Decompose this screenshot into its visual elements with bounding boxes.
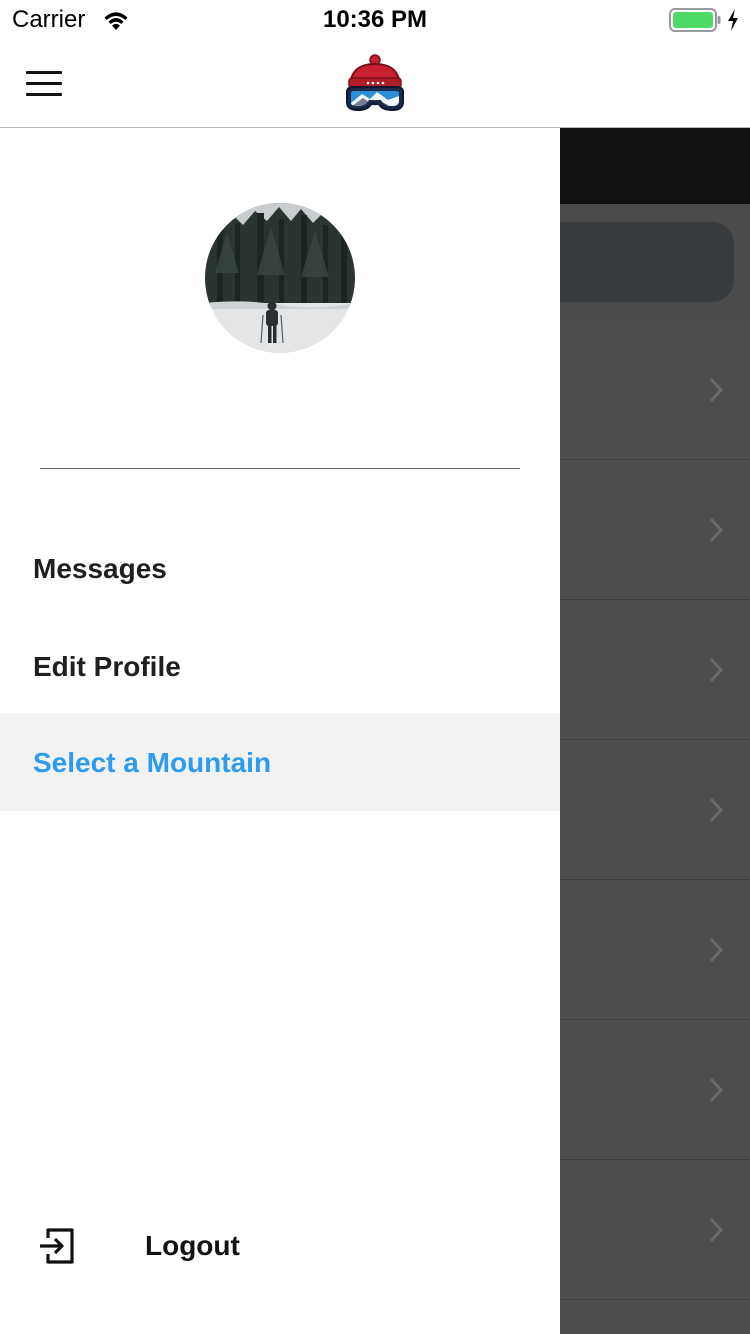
chevron-right-icon <box>709 1077 724 1103</box>
menu-item-label: Edit Profile <box>33 651 181 682</box>
menu-item-messages[interactable]: Messages <box>0 519 560 617</box>
ski-beanie-goggles-logo <box>346 54 404 112</box>
logout-label: Logout <box>145 1230 240 1261</box>
background-header <box>560 128 750 204</box>
logout-button[interactable]: Logout <box>0 1202 560 1292</box>
chevron-right-icon <box>709 937 724 963</box>
menu-item-edit-profile[interactable]: Edit Profile <box>0 617 560 715</box>
profile-avatar[interactable] <box>205 203 355 353</box>
background-list-row <box>560 740 750 880</box>
side-drawer: Messages Edit Profile Select a Mountain … <box>0 128 560 1334</box>
battery-icon <box>669 8 721 32</box>
chevron-right-icon <box>709 377 724 403</box>
navigation-bar <box>0 40 750 128</box>
clock: 10:36 PM <box>322 6 428 33</box>
background-list-row <box>560 1020 750 1160</box>
menu-item-label: Select a Mountain <box>33 747 272 778</box>
chevron-right-icon <box>709 657 724 683</box>
background-screen-overlay[interactable] <box>560 128 750 1334</box>
background-search-area <box>560 204 750 320</box>
profile-photo-skier-in-snowy-forest <box>205 203 355 353</box>
background-list-row <box>560 600 750 740</box>
hamburger-menu-icon[interactable] <box>26 68 62 98</box>
background-search-field <box>560 222 734 302</box>
menu-item-select-a-mountain[interactable]: Select a Mountain <box>0 713 560 811</box>
background-list-row <box>560 880 750 1020</box>
logout-exit-icon <box>40 1228 74 1264</box>
chevron-right-icon <box>709 1217 724 1243</box>
chevron-right-icon <box>709 797 724 823</box>
status-bar: Carrier 10:36 PM <box>0 0 750 40</box>
background-list-row <box>560 320 750 460</box>
background-list-row <box>560 1160 750 1300</box>
charging-bolt-icon <box>728 9 738 31</box>
profile-divider <box>40 468 520 469</box>
background-list-row <box>560 460 750 600</box>
chevron-right-icon <box>709 517 724 543</box>
menu-item-label: Messages <box>33 553 167 584</box>
